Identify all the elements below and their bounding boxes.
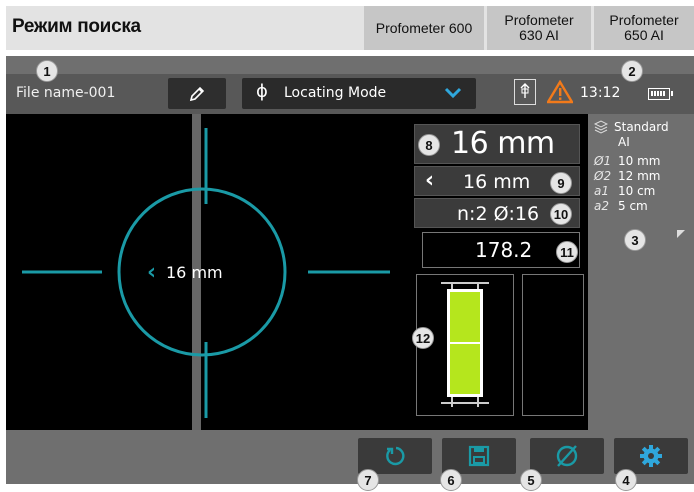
tab-label-line1: Profometer: [609, 12, 679, 28]
tab-profometer-630[interactable]: Profometer 630 AI: [487, 6, 591, 50]
callout-badge: 7: [357, 469, 379, 491]
readings-panel: 16 mm ‹ 16 mm n:2 Ø:16 178.2: [410, 114, 588, 430]
callout-badge: 8: [418, 134, 440, 156]
diameter-icon: [556, 445, 578, 467]
param-value: 5 cm: [618, 199, 648, 213]
signal-value: 178.2: [475, 238, 533, 262]
save-icon: [468, 445, 490, 467]
manual-page: Режим поиска Profometer 600 Profometer 6…: [0, 0, 694, 492]
callout-badge: 11: [556, 241, 578, 263]
gps-glyph: [520, 83, 530, 98]
tab-label: Profometer 600: [375, 19, 473, 36]
count-diameter-value: n:2 Ø:16: [457, 203, 540, 225]
reset-icon: [386, 446, 405, 466]
param-value: 12 mm: [618, 169, 661, 183]
diameter-button[interactable]: [530, 438, 604, 474]
cover-label: 16 mm: [166, 263, 223, 282]
secondary-level-box: [522, 274, 584, 416]
clock: 13:12: [580, 85, 621, 101]
top-bar: File name-001 ϕ Locating Mode 13:12: [6, 74, 694, 114]
cover-value: 16 mm: [451, 126, 555, 161]
param-key: Ø2: [594, 169, 612, 183]
callout-badge: 1: [36, 60, 58, 82]
gps-icon[interactable]: [514, 79, 536, 105]
crosshair-graphic: ‹ 16 mm: [22, 114, 390, 430]
callout-badge: 6: [440, 469, 462, 491]
mode-symbol: ϕ: [256, 81, 268, 102]
info-panel: Standard AI Ø1 10 mm Ø2 12 mm a1 10 cm a…: [588, 114, 694, 430]
callout-badge: 2: [621, 60, 643, 82]
battery-level: [651, 91, 666, 96]
callout-badge: 9: [550, 172, 572, 194]
callout-badge: 5: [520, 469, 542, 491]
param-value: 10 mm: [618, 154, 661, 168]
callout-badge: 4: [615, 469, 637, 491]
level-fill-top: [450, 292, 480, 342]
battery-icon: [648, 88, 673, 100]
chevron-down-icon: [444, 87, 462, 99]
expand-corner-icon[interactable]: [676, 229, 686, 239]
edit-button[interactable]: [168, 78, 226, 109]
callout-badge: 12: [412, 327, 434, 349]
mode-select[interactable]: ϕ Locating Mode: [242, 78, 476, 109]
warning-icon[interactable]: [547, 80, 573, 104]
tab-profometer-650[interactable]: Profometer 650 AI: [594, 6, 694, 50]
file-name[interactable]: File name-001: [16, 85, 115, 101]
page-title: Режим поиска: [12, 16, 141, 37]
mode-label: Locating Mode: [284, 85, 387, 101]
callout-badge: 10: [550, 203, 572, 225]
tab-label-line1: Profometer: [504, 12, 574, 28]
page-header: Режим поиска Profometer 600 Profometer 6…: [6, 6, 694, 50]
standard-label: Standard: [614, 120, 669, 134]
param-key: Ø1: [594, 154, 612, 168]
previous-value: 16 mm: [463, 171, 531, 193]
scan-view[interactable]: ‹ 16 mm: [6, 114, 410, 430]
layers-icon: [594, 120, 608, 134]
level-fill-bottom: [450, 344, 480, 394]
tab-label-line2: 650 AI: [624, 27, 664, 43]
param-key: a1: [594, 184, 609, 198]
bottom-toolbar: [6, 430, 694, 484]
tab-profometer-600[interactable]: Profometer 600: [364, 6, 484, 50]
standard-sub-label: AI: [618, 135, 630, 149]
direction-arrow: ‹: [425, 168, 435, 193]
param-value: 10 cm: [618, 184, 656, 198]
cover-arrow: ‹: [147, 260, 156, 285]
gear-icon: [640, 445, 662, 467]
param-key: a2: [594, 199, 609, 213]
tab-label-line2: 630 AI: [519, 27, 559, 43]
callout-badge: 3: [624, 229, 646, 251]
pencil-icon: [189, 86, 205, 101]
device-screen: File name-001 ϕ Locating Mode 13:12 ‹ 16…: [6, 56, 694, 484]
